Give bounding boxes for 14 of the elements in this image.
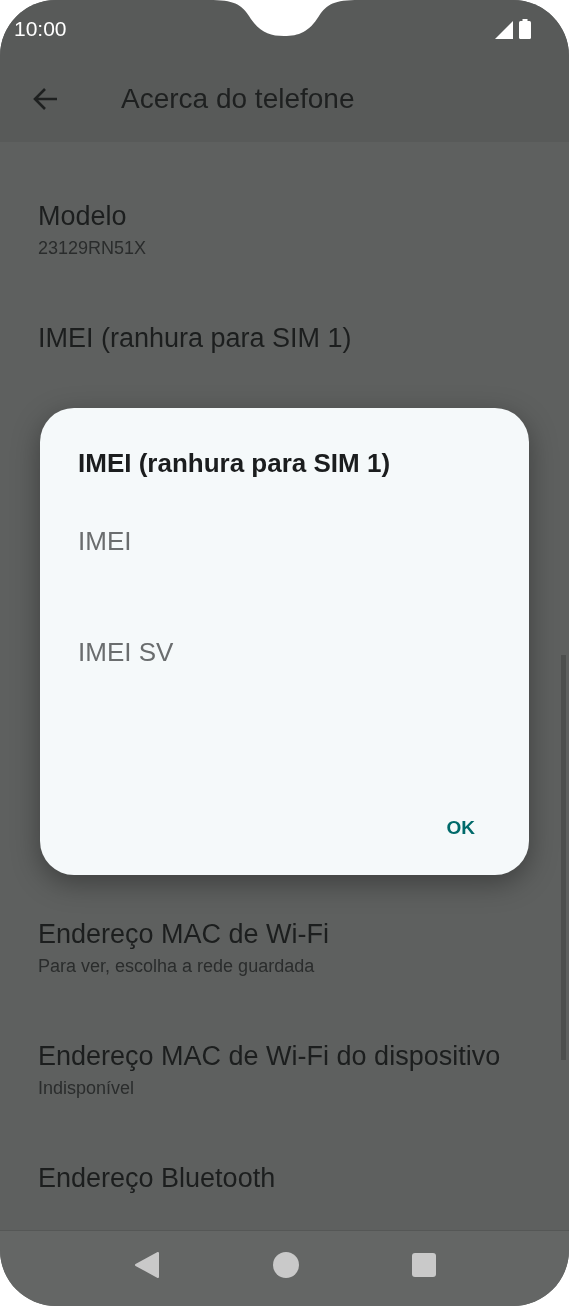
page-title: Acerca do telefone: [121, 83, 355, 115]
settings-item[interactable]: Endereço Bluetooth: [38, 1158, 276, 1198]
settings-item[interactable]: IMEI (ranhura para SIM 1): [38, 318, 352, 358]
dialog-item: IMEI SV: [78, 636, 175, 669]
recents-icon[interactable]: [411, 1252, 436, 1277]
dialog-item: IMEI: [78, 525, 133, 558]
back-arrow-icon[interactable]: [32, 87, 58, 111]
signal-icon: [495, 21, 513, 39]
status-time: 10:00: [14, 17, 67, 41]
dialog-title: IMEI (ranhura para SIM 1): [78, 447, 392, 480]
back-icon[interactable]: [133, 1250, 160, 1279]
ok-button[interactable]: OK: [430, 807, 491, 849]
battery-icon: [519, 19, 531, 39]
home-icon[interactable]: [271, 1250, 300, 1279]
